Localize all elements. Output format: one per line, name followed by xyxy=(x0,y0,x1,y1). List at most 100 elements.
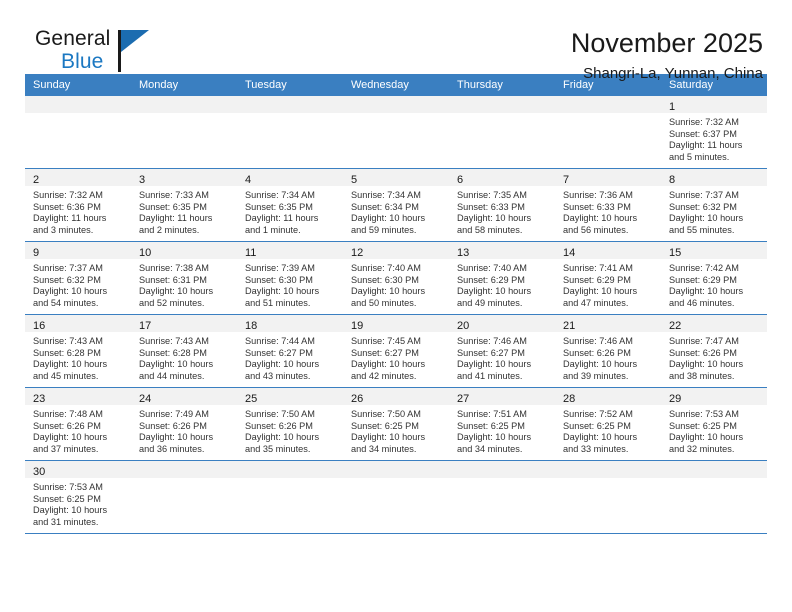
day-number-band xyxy=(343,461,449,478)
calendar-day-cell[interactable]: 18 Sunrise: 7:44 AM Sunset: 6:27 PM Dayligh… xyxy=(237,314,343,388)
day-number: 10 xyxy=(139,247,152,259)
calendar-day-cell[interactable]: 22 Sunrise: 7:47 AM Sunset: 6:26 PM Dayligh… xyxy=(661,314,767,388)
calendar-day-cell[interactable]: 14 Sunrise: 7:41 AM Sunset: 6:29 PM Dayligh… xyxy=(555,241,661,315)
day-number-band: 2 xyxy=(25,169,131,186)
sunrise-time: Sunrise: 7:45 AM xyxy=(351,336,421,346)
daylight-duration-line2: and 43 minutes. xyxy=(245,370,311,381)
day-details: Sunrise: 7:32 AM Sunset: 6:36 PM Daylight:… xyxy=(25,186,131,236)
calendar-day-cell[interactable]: 12 Sunrise: 7:40 AM Sunset: 6:30 PM Dayligh… xyxy=(343,241,449,315)
day-number-band: 17 xyxy=(131,315,237,332)
calendar-day-cell[interactable]: 23 Sunrise: 7:48 AM Sunset: 6:26 PM Dayligh… xyxy=(25,387,131,461)
calendar-day-cell-empty xyxy=(555,460,661,534)
day-number-band xyxy=(237,461,343,478)
calendar-body: 1 Sunrise: 7:32 AM Sunset: 6:37 PM Daylight… xyxy=(25,96,767,534)
daylight-duration-line1: Daylight: 10 hours xyxy=(245,359,320,370)
sunset-time: Sunset: 6:25 PM xyxy=(669,420,737,431)
day-number-band: 20 xyxy=(449,315,555,332)
calendar-day-cell[interactable]: 10 Sunrise: 7:38 AM Sunset: 6:31 PM Dayligh… xyxy=(131,241,237,315)
calendar-day-cell[interactable]: 8 Sunrise: 7:37 AM Sunset: 6:32 PM Daylight… xyxy=(661,168,767,242)
calendar-day-cell[interactable]: 25 Sunrise: 7:50 AM Sunset: 6:26 PM Dayligh… xyxy=(237,387,343,461)
sunrise-time: Sunrise: 7:37 AM xyxy=(33,263,103,273)
sunrise-time: Sunrise: 7:40 AM xyxy=(457,263,527,273)
weekday-header-monday: Monday xyxy=(131,74,237,96)
calendar-day-cell[interactable]: 5 Sunrise: 7:34 AM Sunset: 6:34 PM Daylight… xyxy=(343,168,449,242)
calendar-day-cell[interactable]: 4 Sunrise: 7:34 AM Sunset: 6:35 PM Daylight… xyxy=(237,168,343,242)
daylight-duration-line2: and 58 minutes. xyxy=(457,224,523,235)
day-number-band xyxy=(449,461,555,478)
day-number-band: 14 xyxy=(555,242,661,259)
calendar-day-cell[interactable]: 19 Sunrise: 7:45 AM Sunset: 6:27 PM Dayligh… xyxy=(343,314,449,388)
sunset-time: Sunset: 6:25 PM xyxy=(351,420,419,431)
sunrise-time: Sunrise: 7:53 AM xyxy=(33,482,103,492)
calendar-day-cell[interactable]: 27 Sunrise: 7:51 AM Sunset: 6:25 PM Dayligh… xyxy=(449,387,555,461)
sunrise-time: Sunrise: 7:50 AM xyxy=(351,409,421,419)
calendar-day-cell-empty xyxy=(449,96,555,169)
day-number-band: 30 xyxy=(25,461,131,478)
daylight-duration-line2: and 35 minutes. xyxy=(245,443,311,454)
daylight-duration-line1: Daylight: 10 hours xyxy=(33,432,108,443)
sunset-time: Sunset: 6:26 PM xyxy=(563,347,631,358)
day-details: Sunrise: 7:32 AM Sunset: 6:37 PM Daylight:… xyxy=(661,113,767,163)
calendar-day-cell[interactable]: 20 Sunrise: 7:46 AM Sunset: 6:27 PM Dayligh… xyxy=(449,314,555,388)
daylight-duration-line2: and 42 minutes. xyxy=(351,370,417,381)
day-number: 2 xyxy=(33,174,40,186)
day-number: 19 xyxy=(351,320,364,332)
day-details: Sunrise: 7:41 AM Sunset: 6:29 PM Daylight:… xyxy=(555,259,661,309)
sunset-time: Sunset: 6:27 PM xyxy=(457,347,525,358)
sunset-time: Sunset: 6:33 PM xyxy=(457,201,525,212)
calendar-day-cell[interactable]: 15 Sunrise: 7:42 AM Sunset: 6:29 PM Dayligh… xyxy=(661,241,767,315)
day-details: Sunrise: 7:39 AM Sunset: 6:30 PM Daylight:… xyxy=(237,259,343,309)
calendar-day-cell[interactable]: 21 Sunrise: 7:46 AM Sunset: 6:26 PM Dayligh… xyxy=(555,314,661,388)
sunrise-time: Sunrise: 7:33 AM xyxy=(139,190,209,200)
calendar-day-cell[interactable]: 9 Sunrise: 7:37 AM Sunset: 6:32 PM Daylight… xyxy=(25,241,131,315)
day-number: 21 xyxy=(563,320,576,332)
sunrise-time: Sunrise: 7:47 AM xyxy=(669,336,739,346)
calendar-day-cell[interactable]: 29 Sunrise: 7:53 AM Sunset: 6:25 PM Dayligh… xyxy=(661,387,767,461)
day-details xyxy=(131,113,237,117)
calendar-day-cell[interactable]: 28 Sunrise: 7:52 AM Sunset: 6:25 PM Dayligh… xyxy=(555,387,661,461)
calendar-day-cell[interactable]: 2 Sunrise: 7:32 AM Sunset: 6:36 PM Daylight… xyxy=(25,168,131,242)
daylight-duration-line1: Daylight: 10 hours xyxy=(457,286,532,297)
day-details: Sunrise: 7:34 AM Sunset: 6:34 PM Daylight:… xyxy=(343,186,449,236)
calendar-day-cell[interactable]: 16 Sunrise: 7:43 AM Sunset: 6:28 PM Dayligh… xyxy=(25,314,131,388)
day-details: Sunrise: 7:38 AM Sunset: 6:31 PM Daylight:… xyxy=(131,259,237,309)
daylight-duration-line1: Daylight: 10 hours xyxy=(457,432,532,443)
calendar-day-cell[interactable]: 13 Sunrise: 7:40 AM Sunset: 6:29 PM Dayligh… xyxy=(449,241,555,315)
weekday-header-sunday: Sunday xyxy=(25,74,131,96)
day-number-band xyxy=(661,461,767,478)
daylight-duration-line1: Daylight: 10 hours xyxy=(139,286,214,297)
day-details xyxy=(449,113,555,117)
day-number-band: 6 xyxy=(449,169,555,186)
calendar-day-cell[interactable]: 11 Sunrise: 7:39 AM Sunset: 6:30 PM Dayligh… xyxy=(237,241,343,315)
calendar-day-cell[interactable]: 6 Sunrise: 7:35 AM Sunset: 6:33 PM Daylight… xyxy=(449,168,555,242)
daylight-duration-line2: and 59 minutes. xyxy=(351,224,417,235)
daylight-duration-line2: and 50 minutes. xyxy=(351,297,417,308)
general-blue-logo[interactable]: General Blue xyxy=(25,27,185,75)
day-details xyxy=(343,113,449,117)
sunrise-time: Sunrise: 7:35 AM xyxy=(457,190,527,200)
sunrise-time: Sunrise: 7:34 AM xyxy=(351,190,421,200)
daylight-duration-line2: and 46 minutes. xyxy=(669,297,735,308)
day-number-band: 28 xyxy=(555,388,661,405)
day-number: 17 xyxy=(139,320,152,332)
logo-triangle-icon xyxy=(121,30,149,52)
calendar-day-cell[interactable]: 17 Sunrise: 7:43 AM Sunset: 6:28 PM Dayligh… xyxy=(131,314,237,388)
day-details: Sunrise: 7:50 AM Sunset: 6:26 PM Daylight:… xyxy=(237,405,343,455)
calendar-day-cell[interactable]: 3 Sunrise: 7:33 AM Sunset: 6:35 PM Daylight… xyxy=(131,168,237,242)
day-number: 6 xyxy=(457,174,464,186)
sunset-time: Sunset: 6:26 PM xyxy=(245,420,313,431)
day-number-band: 8 xyxy=(661,169,767,186)
day-number: 4 xyxy=(245,174,252,186)
sunrise-time: Sunrise: 7:52 AM xyxy=(563,409,633,419)
daylight-duration-line2: and 55 minutes. xyxy=(669,224,735,235)
daylight-duration-line1: Daylight: 10 hours xyxy=(563,213,638,224)
daylight-duration-line2: and 31 minutes. xyxy=(33,516,99,527)
page-title: November 2025 xyxy=(570,28,763,58)
sunset-time: Sunset: 6:25 PM xyxy=(33,493,101,504)
calendar-day-cell[interactable]: 26 Sunrise: 7:50 AM Sunset: 6:25 PM Dayligh… xyxy=(343,387,449,461)
sunrise-time: Sunrise: 7:46 AM xyxy=(457,336,527,346)
calendar-day-cell[interactable]: 30 Sunrise: 7:53 AM Sunset: 6:25 PM Dayligh… xyxy=(25,460,131,534)
calendar-day-cell[interactable]: 7 Sunrise: 7:36 AM Sunset: 6:33 PM Daylight… xyxy=(555,168,661,242)
calendar-day-cell[interactable]: 24 Sunrise: 7:49 AM Sunset: 6:26 PM Dayligh… xyxy=(131,387,237,461)
calendar-day-cell[interactable]: 1 Sunrise: 7:32 AM Sunset: 6:37 PM Daylight… xyxy=(661,96,767,169)
